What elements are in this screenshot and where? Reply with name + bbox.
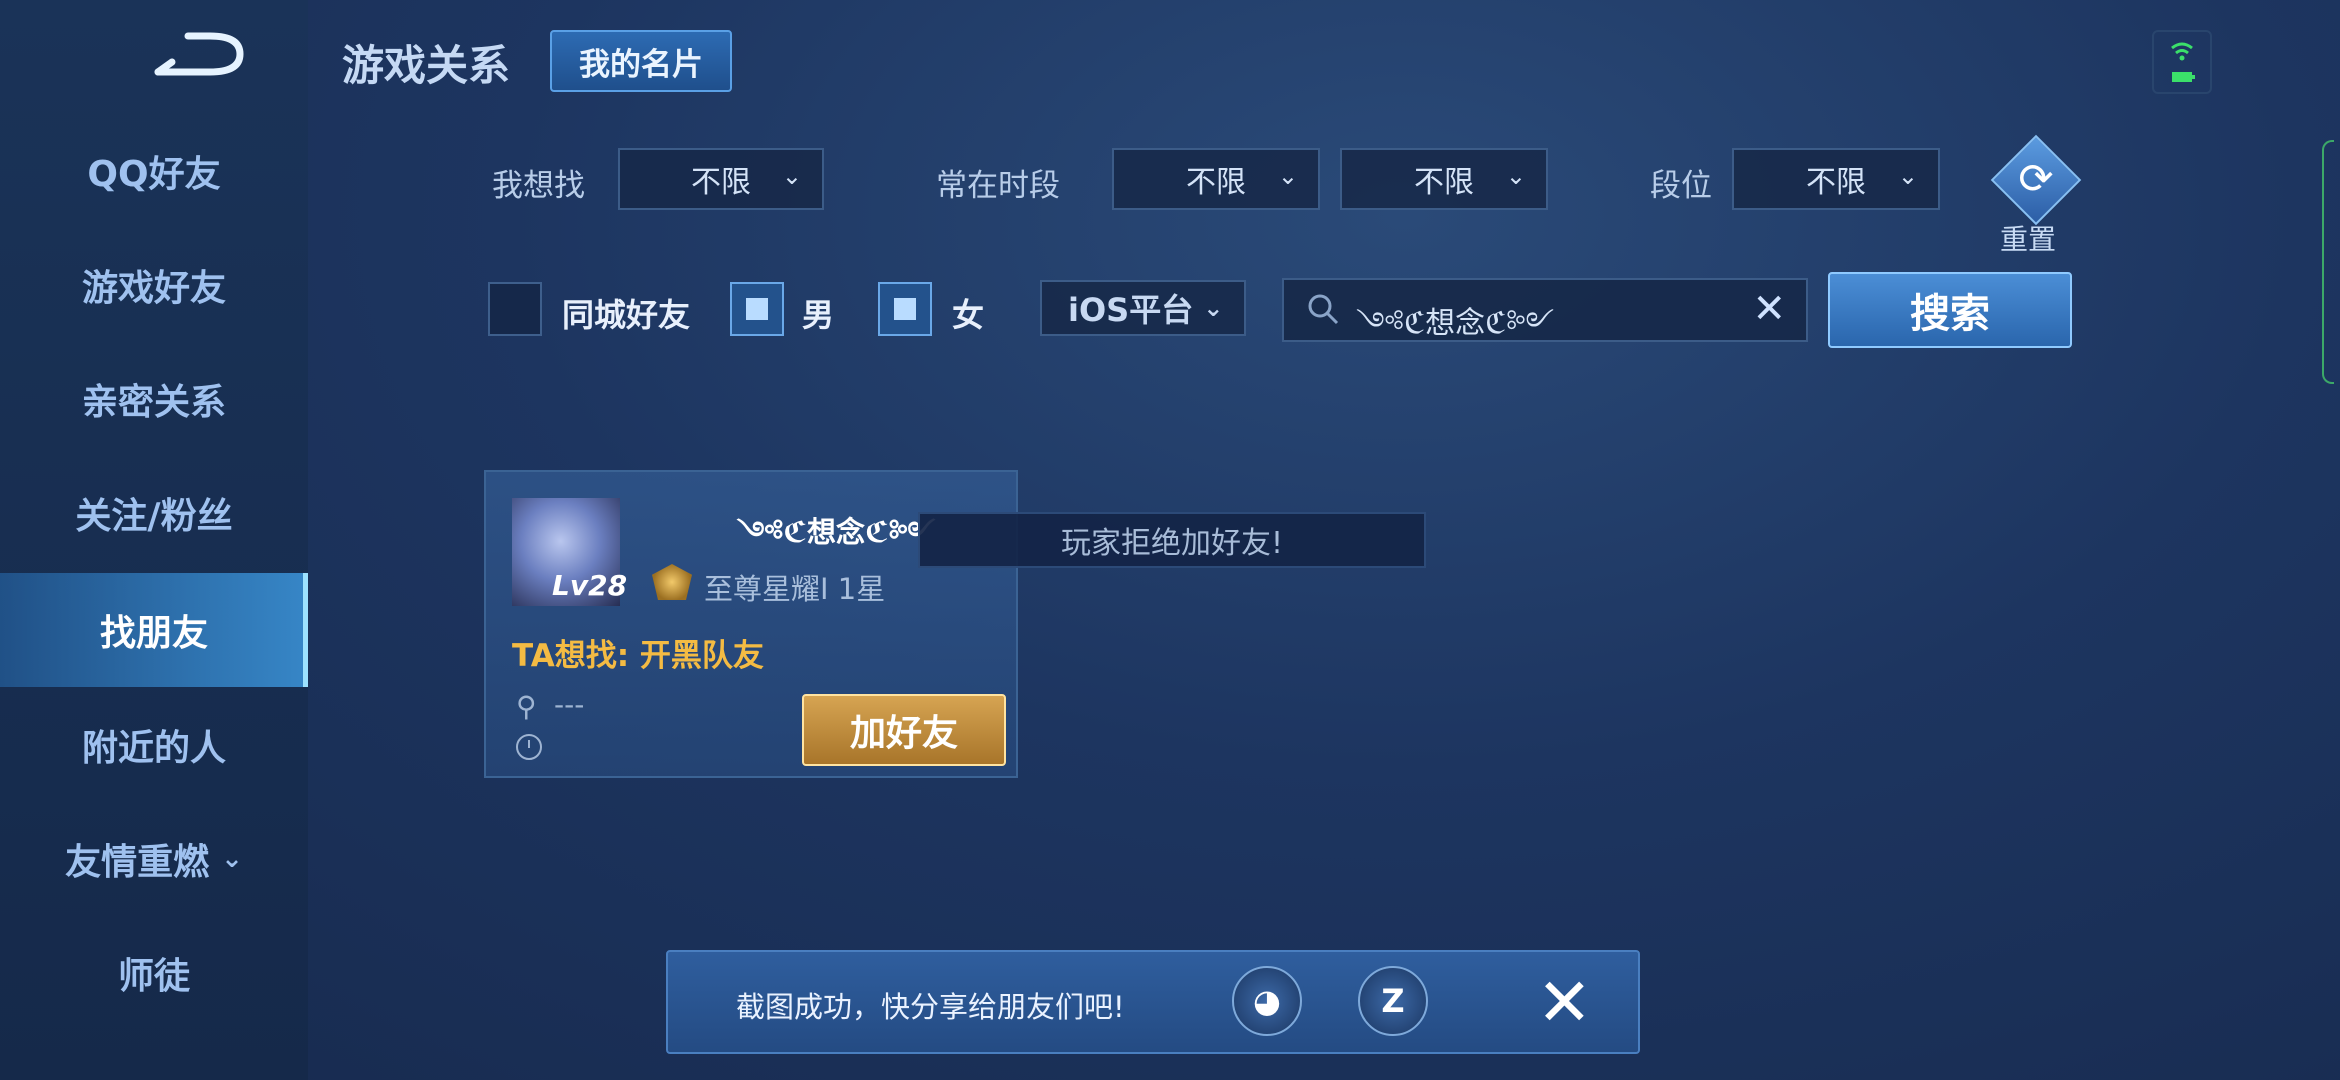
- sidebar-item-label: 师徒: [117, 956, 190, 997]
- sidebar-item-intimate[interactable]: 亲密关系: [0, 342, 308, 456]
- rank-badge-icon: [652, 564, 692, 600]
- same-city-checkbox[interactable]: [488, 282, 542, 336]
- clear-icon[interactable]: ✕: [1752, 286, 1786, 332]
- time-value: 不限: [1414, 165, 1474, 200]
- rank-label: 段位: [1650, 168, 1712, 204]
- seek-label: 我想找: [492, 168, 585, 204]
- sidebar-item-label: 游戏好友: [81, 268, 226, 309]
- female-checkbox[interactable]: [878, 282, 932, 336]
- toast-message: 玩家拒绝加好友!: [918, 512, 1426, 568]
- player-level: Lv28: [552, 569, 628, 602]
- refresh-icon[interactable]: ⟳: [2004, 146, 2068, 210]
- avatar[interactable]: Lv28: [512, 498, 627, 606]
- sidebar-item-find-friends[interactable]: 找朋友: [0, 573, 308, 687]
- share-bar: 截图成功，快分享给朋友们吧! ◕ Z ✕: [666, 950, 1640, 1054]
- chevron-down-icon: ⌄: [1203, 294, 1224, 322]
- chevron-down-icon: ⌄: [1277, 162, 1298, 190]
- time-dropdown-2[interactable]: 不限 ⌄: [1340, 148, 1548, 210]
- chevron-down-icon: ⌄: [781, 162, 802, 190]
- rank-dropdown[interactable]: 不限 ⌄: [1732, 148, 1940, 210]
- sidebar-item-rekindle[interactable]: 友情重燃 ⌄: [0, 802, 308, 916]
- sidebar-item-label: 附近的人: [81, 728, 226, 769]
- back-arrow-icon[interactable]: [148, 28, 248, 84]
- sidebar-item-label: 亲密关系: [81, 382, 226, 423]
- time-value: 不限: [1186, 165, 1246, 200]
- page-title: 游戏关系: [342, 41, 511, 90]
- sidebar: QQ好友 游戏好友 亲密关系 关注/粉丝 找朋友 附近的人 友情重燃 ⌄ 师徒: [0, 0, 308, 1080]
- share-text: 截图成功，快分享给朋友们吧!: [736, 990, 1125, 1024]
- chevron-down-icon: ⌄: [221, 844, 243, 874]
- sidebar-item-nearby[interactable]: 附近的人: [0, 688, 308, 802]
- search-value: ༺ℭ想念ℭ༻: [1356, 306, 1555, 341]
- platform-dropdown[interactable]: iOS平台 ⌄: [1040, 280, 1246, 336]
- search-icon: [1308, 294, 1339, 325]
- male-label: 男: [802, 296, 835, 334]
- platform-value: iOS平台: [1068, 291, 1194, 329]
- rank-value: 不限: [1806, 165, 1866, 200]
- qzone-icon[interactable]: Z: [1358, 966, 1428, 1036]
- seek-dropdown[interactable]: 不限 ⌄: [618, 148, 824, 210]
- clock-icon: [516, 734, 542, 760]
- sidebar-item-mentor[interactable]: 师徒: [0, 916, 308, 1030]
- chevron-down-icon: ⌄: [1897, 162, 1918, 190]
- location-text: ---: [554, 688, 585, 721]
- search-input[interactable]: ༺ℭ想念ℭ༻ ✕: [1282, 278, 1808, 342]
- seek-value: 不限: [691, 165, 751, 200]
- male-checkbox[interactable]: [730, 282, 784, 336]
- status-indicator: [2152, 30, 2212, 94]
- sidebar-item-label: 找朋友: [99, 613, 208, 654]
- qq-penguin-icon[interactable]: ◕: [1232, 966, 1302, 1036]
- wifi-battery-icon: [2171, 42, 2195, 82]
- female-label: 女: [952, 296, 985, 334]
- time-label: 常在时段: [936, 168, 1060, 204]
- sidebar-item-game-friends[interactable]: 游戏好友: [0, 228, 308, 342]
- reset-label: 重置: [2000, 223, 2057, 256]
- search-button[interactable]: 搜索: [1828, 272, 2072, 348]
- my-card-button[interactable]: 我的名片: [550, 30, 732, 92]
- add-friend-button[interactable]: 加好友: [802, 694, 1006, 766]
- sidebar-item-label: 关注/粉丝: [75, 496, 233, 537]
- seeking-text: TA想找: 开黑队友: [512, 638, 764, 674]
- sidebar-item-label: QQ好友: [87, 154, 221, 195]
- chevron-down-icon: ⌄: [1505, 162, 1526, 190]
- sidebar-item-follow[interactable]: 关注/粉丝: [0, 456, 308, 570]
- close-icon[interactable]: ✕: [1537, 964, 1592, 1041]
- same-city-label: 同城好友: [562, 296, 691, 334]
- location-pin-icon: ⚲: [516, 690, 537, 723]
- player-rank: 至尊星耀Ⅰ 1星: [704, 572, 886, 606]
- sidebar-item-label: 友情重燃: [65, 842, 210, 883]
- side-handle[interactable]: [2322, 140, 2334, 384]
- time-dropdown-1[interactable]: 不限 ⌄: [1112, 148, 1320, 210]
- sidebar-item-qq-friends[interactable]: QQ好友: [0, 114, 308, 228]
